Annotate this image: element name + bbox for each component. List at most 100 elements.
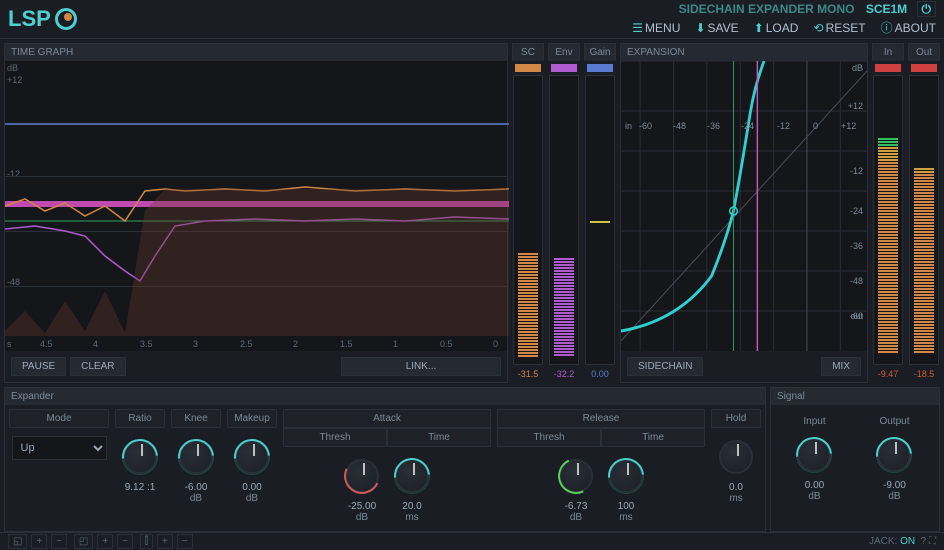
env-swatch[interactable]	[551, 64, 577, 72]
tg-xtick: 1	[393, 339, 398, 349]
attack-time-knob[interactable]	[395, 459, 429, 493]
expand-icon[interactable]: ⛶	[929, 536, 936, 547]
makeup-value: 0.00	[242, 482, 261, 493]
knee-section: Knee -6.00 dB	[171, 409, 221, 527]
output-unit: dB	[888, 491, 900, 502]
output-value: -9.00	[883, 480, 906, 491]
release-thresh-knob[interactable]	[559, 459, 593, 493]
signal-panel: Signal Input 0.00 dB Output -9.00 dB	[770, 387, 940, 532]
sc-label: SC	[512, 43, 544, 61]
timegraph-svg	[5, 61, 509, 336]
tool1-icon[interactable]: ◱	[8, 534, 27, 549]
tool3-icon[interactable]: ⫿	[140, 534, 153, 549]
tool3-rm[interactable]: −	[177, 534, 193, 549]
exp-xtick: -12	[777, 121, 790, 131]
plugin-code: SCE1M	[866, 2, 907, 16]
pause-button[interactable]: PAUSE	[11, 357, 66, 376]
tool1-rm[interactable]: −	[51, 534, 67, 549]
attack-thresh-knob[interactable]	[345, 459, 379, 493]
about-button[interactable]: ⓘABOUT	[881, 21, 936, 35]
footer: ◱+− ◰+− ⫿+− JACK: ON ? ⛶	[0, 532, 944, 550]
ratio-head: Ratio	[115, 409, 165, 428]
release-time-value: 100	[618, 501, 635, 512]
exp-xtick: -24	[741, 121, 754, 131]
power-icon[interactable]: ⏻	[917, 1, 937, 17]
exp-ytick: -12	[850, 166, 863, 176]
knee-unit: dB	[190, 493, 202, 504]
release-head: Release	[497, 409, 705, 428]
help-icon[interactable]: ?	[921, 536, 927, 547]
jack-status: JACK: ON ? ⛶	[869, 536, 936, 547]
save-button[interactable]: ⬇SAVE	[695, 21, 738, 35]
exp-ytick: -24	[850, 206, 863, 216]
tg-xtick: 3	[193, 339, 198, 349]
logo-icon	[55, 8, 77, 30]
tool3-add[interactable]: +	[157, 534, 173, 549]
expander-panel: Expander Mode Up Ratio 9.12 :1 Knee -6.0…	[4, 387, 766, 532]
hold-knob[interactable]	[719, 440, 753, 474]
gain-meter	[585, 75, 615, 365]
out-fill	[914, 167, 934, 362]
exp-xtick: -48	[673, 121, 686, 131]
signal-body: Input 0.00 dB Output -9.00 dB	[771, 405, 939, 510]
expansion-display[interactable]: dB in out -60 -48 -36 -24 -12 0 +12 +12 …	[621, 61, 867, 351]
hold-head: Hold	[711, 409, 761, 428]
top-menu: ☰MENU ⬇SAVE ⬆LOAD ⟲RESET ⓘABOUT	[620, 19, 936, 36]
timegraph-title: TIME GRAPH	[5, 44, 507, 61]
out-meter-col: Out -18.5	[908, 43, 940, 383]
env-value: -32.2	[548, 365, 580, 379]
out-swatch[interactable]	[911, 64, 937, 72]
gain-swatch[interactable]	[587, 64, 613, 72]
output-knob[interactable]	[877, 438, 911, 472]
mix-button[interactable]: MIX	[821, 357, 861, 376]
in-meter-col: In -9.47	[872, 43, 904, 383]
mode-select[interactable]: Up	[12, 436, 107, 460]
release-time-unit: ms	[619, 512, 632, 523]
tool2-rm[interactable]: −	[117, 534, 133, 549]
input-knob[interactable]	[797, 438, 831, 472]
env-meter-col: Env -32.2	[548, 43, 580, 383]
attack-head: Attack	[283, 409, 491, 428]
makeup-unit: dB	[246, 493, 258, 504]
makeup-knob[interactable]	[235, 440, 269, 474]
tg-xtick: 0	[493, 339, 498, 349]
in-swatch[interactable]	[875, 64, 901, 72]
timegraph-panel: TIME GRAPH dB +12 -12 -48 s 4.5 4 3.5 3 …	[4, 43, 508, 383]
hold-section: Hold 0.0 ms	[711, 409, 761, 527]
timegraph-display[interactable]: dB +12 -12 -48 s 4.5 4 3.5 3 2.5 2 1.5 1…	[5, 61, 507, 351]
ratio-knob[interactable]	[123, 440, 157, 474]
expander-body: Mode Up Ratio 9.12 :1 Knee -6.00 dB Make…	[5, 405, 765, 531]
title-text: SIDECHAIN EXPANDER MONO	[679, 2, 855, 16]
exp-xtick: +12	[841, 121, 856, 131]
gain-meter-col: Gain 0.00	[584, 43, 616, 383]
menu-button[interactable]: ☰MENU	[632, 21, 680, 35]
timegraph-buttons: PAUSE CLEAR LINK...	[5, 351, 507, 382]
makeup-section: Makeup 0.00 dB	[227, 409, 277, 527]
logo: LSP	[8, 6, 77, 32]
reset-icon: ⟲	[814, 21, 824, 35]
expansion-panel: EXPANSION dB in out -60 -48 -36 -24 -12 …	[620, 43, 868, 383]
mode-head: Mode	[9, 409, 109, 428]
load-button[interactable]: ⬆LOAD	[754, 21, 799, 35]
jack-label: JACK:	[869, 536, 897, 547]
tg-xtick: 4	[93, 339, 98, 349]
clear-button[interactable]: CLEAR	[70, 357, 125, 376]
header-right: SIDECHAIN EXPANDER MONO SCE1M ⏻ ☰MENU ⬇S…	[620, 2, 936, 36]
tool2-icon[interactable]: ◰	[74, 534, 93, 549]
tg-xtick: 0.5	[440, 339, 453, 349]
sc-meter	[513, 75, 543, 365]
sidechain-button[interactable]: SIDECHAIN	[627, 357, 703, 376]
sc-swatch[interactable]	[515, 64, 541, 72]
link-button[interactable]: LINK...	[341, 357, 501, 376]
tool2-add[interactable]: +	[97, 534, 113, 549]
in-value: -9.47	[872, 365, 904, 379]
reset-label: RESET	[826, 21, 866, 35]
release-time-knob[interactable]	[609, 459, 643, 493]
reset-button[interactable]: ⟲RESET	[814, 21, 866, 35]
expansion-buttons: SIDECHAIN MIX	[621, 351, 867, 382]
attack-thresh-unit: dB	[356, 512, 368, 523]
tg-xtick: 1.5	[340, 339, 353, 349]
output-head: Output	[876, 413, 912, 430]
tool1-add[interactable]: +	[31, 534, 47, 549]
knee-knob[interactable]	[179, 440, 213, 474]
